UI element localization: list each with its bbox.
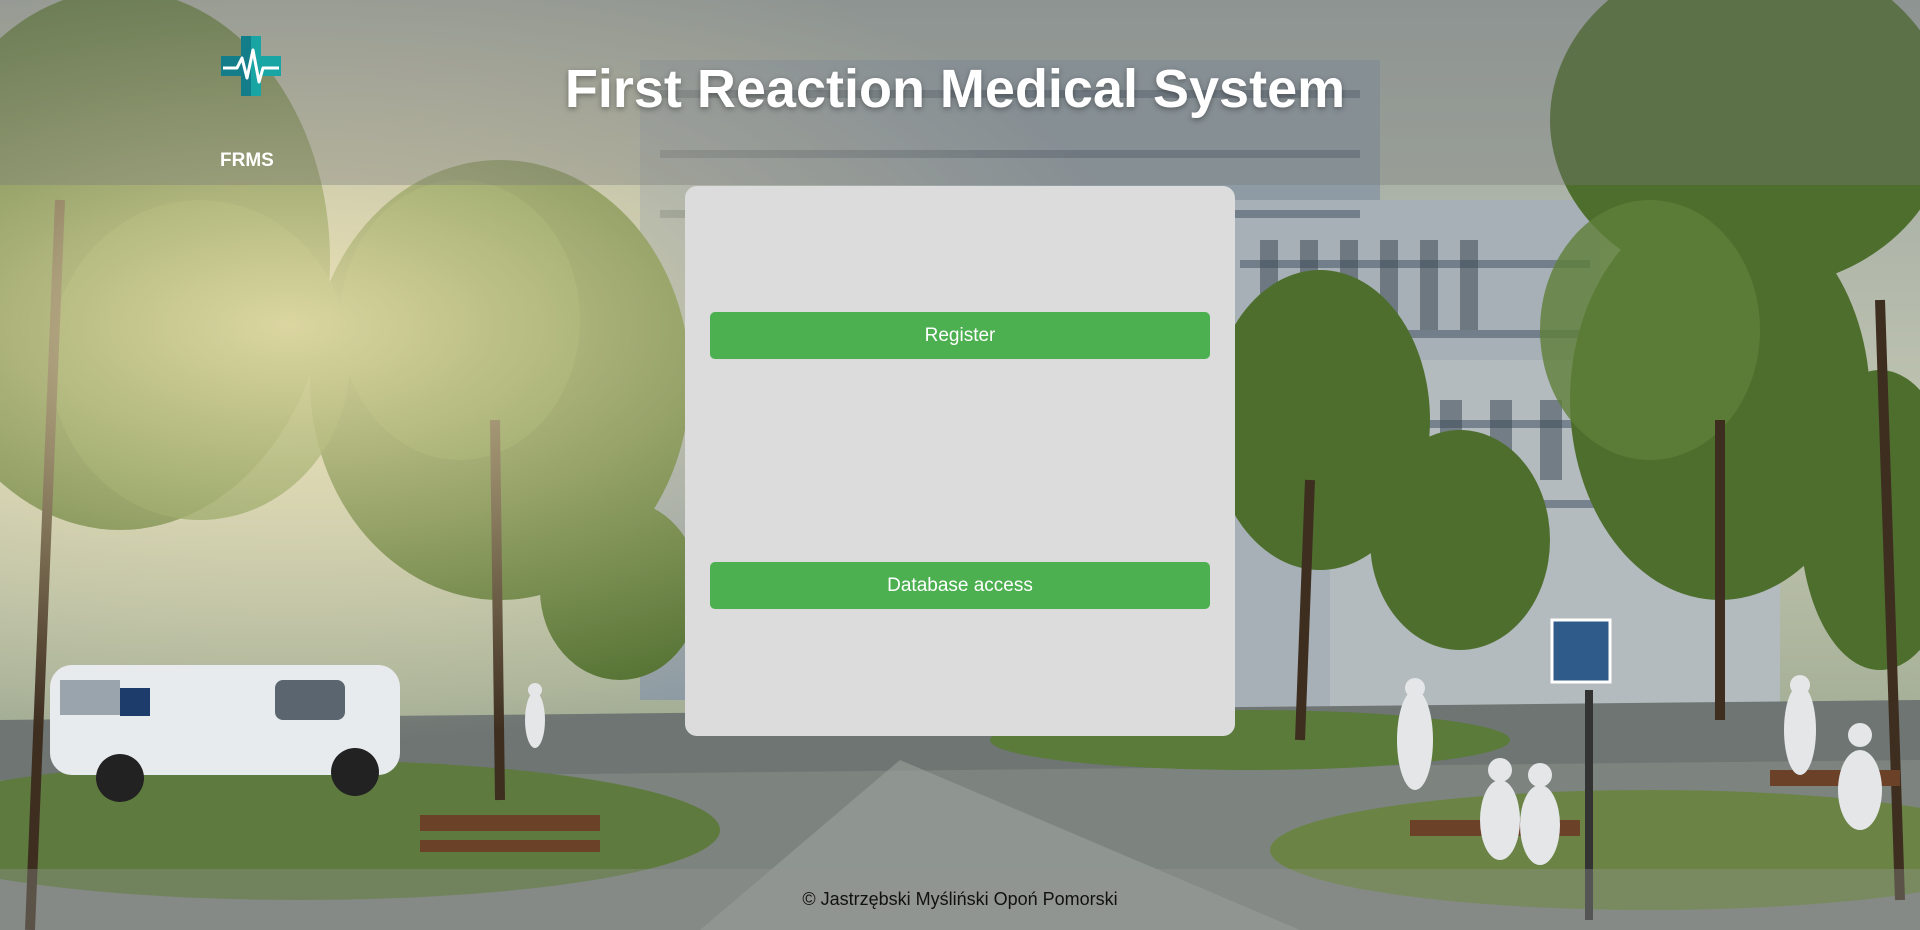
page-title: First Reaction Medical System [564,59,1346,119]
database-access-button[interactable]: Database access [710,562,1210,609]
footer-bar: © Jastrzębski Myśliński Opoń Pomorski [0,869,1920,930]
copyright-text: © Jastrzębski Myśliński Opoń Pomorski [802,889,1118,909]
brand-label: FRMS [220,150,274,171]
register-button[interactable]: Register [710,312,1210,359]
menu-card: Register Database access [685,186,1235,736]
header-bar: FRMS First Reaction Medical System [0,0,1920,185]
